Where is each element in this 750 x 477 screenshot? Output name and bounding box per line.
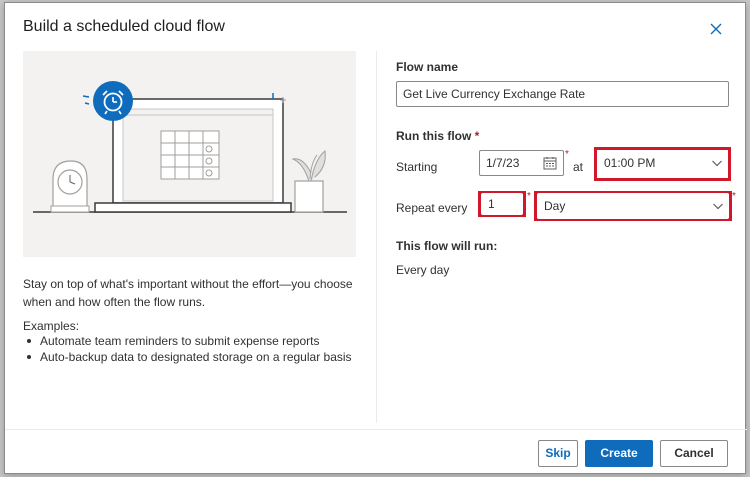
skip-button[interactable]: Skip [538, 440, 578, 467]
column-divider [376, 51, 377, 423]
summary-value: Every day [396, 263, 450, 277]
create-button[interactable]: Create [585, 440, 653, 467]
repeat-unit-value: Day [544, 199, 566, 213]
start-date-value: 1/7/23 [486, 156, 520, 170]
calendar-grid-icon [160, 130, 220, 180]
run-this-flow-label: Run this flow * [396, 129, 480, 143]
at-label: at [573, 160, 584, 174]
repeat-every-label: Repeat every [396, 201, 468, 215]
list-item: Auto-backup data to designated storage o… [23, 349, 352, 365]
examples-title: Examples: [23, 319, 80, 333]
time-value: 01:00 PM [604, 156, 656, 170]
footer-divider [5, 429, 747, 430]
scheduled-flow-illustration [23, 51, 356, 257]
plant-icon [291, 150, 326, 213]
alarm-clock-icon [93, 81, 133, 121]
start-date-required: * [565, 149, 569, 160]
start-date-input[interactable]: 1/7/23 [479, 150, 564, 176]
starting-label: Starting [396, 160, 438, 174]
repeat-count-required: * [527, 191, 531, 202]
flow-name-input[interactable]: Get Live Currency Exchange Rate [396, 81, 729, 107]
examples-list: Automate team reminders to submit expens… [23, 333, 352, 365]
chevron-down-icon [712, 160, 722, 167]
dialog-title: Build a scheduled cloud flow [23, 18, 225, 35]
desk-clock-icon [50, 160, 90, 213]
time-select[interactable]: 01:00 PM [597, 150, 728, 176]
summary-label: This flow will run: [396, 239, 498, 253]
list-item: Automate team reminders to submit expens… [23, 333, 352, 349]
cancel-button[interactable]: Cancel [660, 440, 728, 467]
scheduled-flow-dialog: Build a scheduled cloud flow Stay on top… [4, 2, 747, 474]
flow-name-label: Flow name [396, 60, 459, 74]
repeat-unit-required: * [732, 191, 736, 202]
close-icon[interactable] [707, 20, 725, 38]
chevron-down-icon [713, 203, 723, 210]
repeat-count-input[interactable]: 1 [481, 193, 523, 215]
repeat-unit-select[interactable]: Day [537, 193, 729, 219]
calendar-icon[interactable] [543, 156, 557, 170]
flow-description: Stay on top of what's important without … [23, 277, 353, 309]
